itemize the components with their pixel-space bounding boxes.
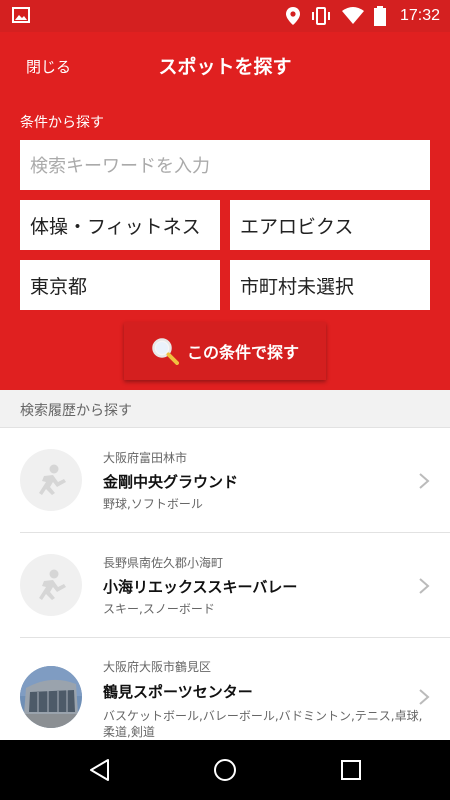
- battery-icon: [373, 6, 386, 26]
- prefecture-select[interactable]: 東京都: [20, 260, 220, 310]
- back-icon[interactable]: [88, 758, 112, 782]
- history-item-area: 長野県南佐久郡小海町: [103, 556, 224, 570]
- chevron-right-icon: [419, 578, 430, 594]
- home-icon[interactable]: [213, 758, 237, 782]
- status-bar: 17:32: [0, 0, 450, 32]
- condition-section-label: 条件から探す: [20, 115, 104, 131]
- chevron-right-icon: [419, 689, 430, 705]
- city-select[interactable]: 市町村未選択: [230, 260, 430, 310]
- recents-icon[interactable]: [339, 758, 363, 782]
- search-button-label: この条件で探す: [186, 343, 299, 362]
- location-icon: [285, 7, 300, 25]
- history-section-header: 検索履歴から探す: [0, 390, 450, 428]
- history-section-label: 検索履歴から探す: [20, 403, 132, 419]
- athlete-icon: [20, 449, 82, 511]
- history-item-name: 金剛中央グラウンド: [103, 473, 239, 491]
- history-item-tags: 野球,ソフトボール: [103, 497, 203, 511]
- history-item-name: 小海リエックススキーバレー: [103, 578, 298, 596]
- category-select[interactable]: 体操・フィットネス: [20, 200, 220, 250]
- image-icon: [12, 7, 30, 23]
- chevron-right-icon: [419, 473, 430, 489]
- status-time: 17:32: [399, 7, 440, 24]
- wifi-icon: [341, 7, 364, 24]
- history-item-tags: バスケットボール,バレーボール,バドミントン,テニス,卓球,柔道,剣道: [103, 709, 423, 739]
- history-item[interactable]: 大阪府大阪市鶴見区 鶴見スポーツセンター バスケットボール,バレーボール,バドミ…: [0, 638, 450, 740]
- vibrate-icon: [311, 7, 330, 25]
- history-item-tags: スキー,スノーボード: [103, 602, 215, 616]
- navigation-bar: [0, 740, 450, 800]
- subcategory-select[interactable]: エアロビクス: [230, 200, 430, 250]
- close-button[interactable]: 閉じる: [26, 56, 71, 77]
- history-item-area: 大阪府富田林市: [103, 451, 188, 465]
- keyword-input[interactable]: 検索キーワードを入力: [20, 140, 430, 190]
- history-item-name: 鶴見スポーツセンター: [103, 683, 253, 701]
- search-panel: スポットを探す 閉じる 条件から探す 検索キーワードを入力 体操・フィットネス …: [0, 32, 450, 390]
- athlete-icon: [20, 554, 82, 616]
- history-item-area: 大阪府大阪市鶴見区: [103, 660, 212, 674]
- search-icon: [152, 338, 179, 365]
- search-button[interactable]: この条件で探す: [124, 322, 326, 380]
- history-item[interactable]: 大阪府富田林市 金剛中央グラウンド 野球,ソフトボール: [0, 428, 450, 533]
- history-item[interactable]: 長野県南佐久郡小海町 小海リエックススキーバレー スキー,スノーボード: [0, 533, 450, 638]
- building-photo: [20, 666, 82, 728]
